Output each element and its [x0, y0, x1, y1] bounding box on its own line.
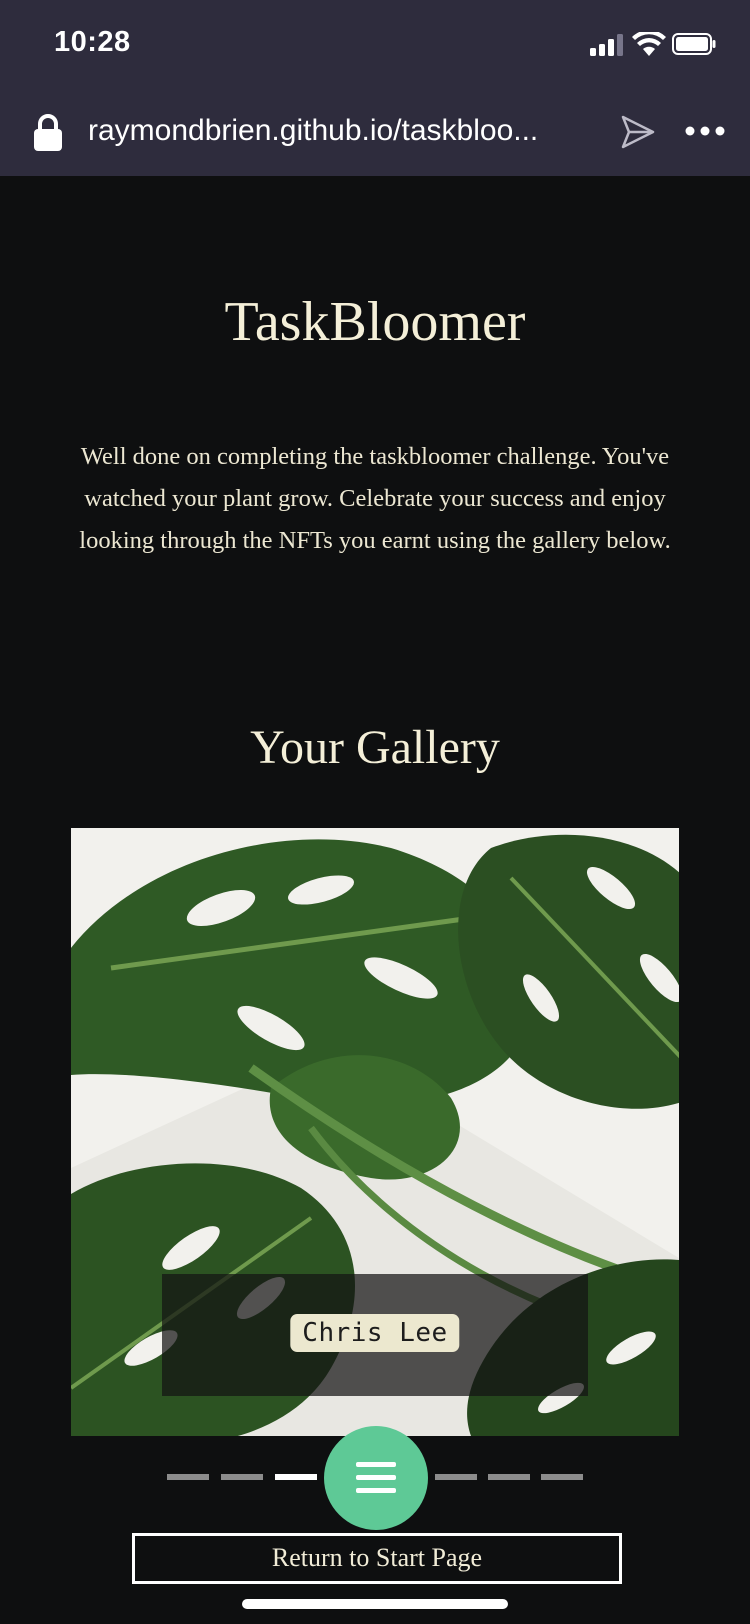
caption-overlay: Chris Lee: [162, 1274, 588, 1396]
intro-text: Well done on completing the taskbloomer …: [79, 443, 671, 554]
menu-button[interactable]: [324, 1426, 428, 1530]
gallery-image[interactable]: Chris Lee: [71, 828, 679, 1436]
carousel-indicator-2[interactable]: [221, 1474, 263, 1480]
url-text[interactable]: raymondbrien.github.io/taskbloo...: [88, 114, 588, 148]
lock-icon: [34, 114, 62, 151]
carousel-indicator-6[interactable]: [488, 1474, 530, 1480]
more-icon[interactable]: [684, 116, 726, 146]
signal-icon: [590, 34, 624, 56]
gallery-title: Your Gallery: [250, 721, 500, 774]
gallery-caption: Chris Lee: [290, 1314, 460, 1352]
share-icon[interactable]: [620, 114, 656, 150]
battery-icon: [672, 33, 716, 55]
status-time: 10:28: [54, 26, 131, 58]
return-to-start-button[interactable]: Return to Start Page: [132, 1533, 622, 1584]
page-title: TaskBloomer: [224, 291, 526, 353]
carousel-indicator-1[interactable]: [167, 1474, 209, 1480]
carousel-indicator-3[interactable]: [275, 1474, 317, 1480]
home-indicator[interactable]: [242, 1599, 508, 1609]
carousel-indicator-7[interactable]: [541, 1474, 583, 1480]
status-bar: 10:28: [0, 0, 750, 90]
carousel-indicator-5[interactable]: [435, 1474, 477, 1480]
browser-url-bar[interactable]: raymondbrien.github.io/taskbloo...: [0, 90, 750, 176]
wifi-icon: [632, 32, 666, 56]
